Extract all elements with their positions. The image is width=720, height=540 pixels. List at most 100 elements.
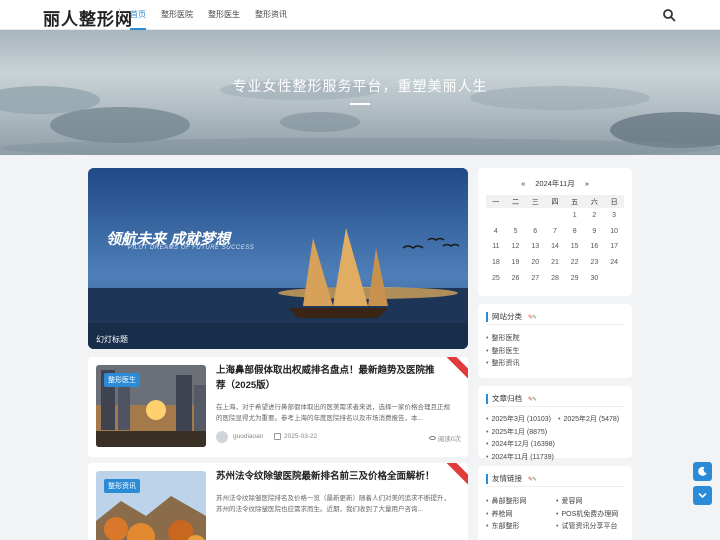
calendar-day: 30 <box>590 274 599 282</box>
calendar-week: 18 19 20 21 22 23 24 <box>486 255 624 271</box>
post-excerpt: 在上海，对于希望进行鼻部假体取出的医美需求者来说，选择一家价格合理且正规的医院显… <box>216 404 450 422</box>
post-title[interactable]: 上海鼻部假体取出权威排名盘点！最新趋势及医院推荐（2025版） <box>216 363 441 393</box>
scroll-down-button[interactable] <box>693 486 712 505</box>
calendar-day: 15 <box>570 243 579 251</box>
ribbon-mark <box>444 463 468 486</box>
friend-link[interactable]: 养枪网 <box>486 509 556 522</box>
category-link[interactable]: 整形资讯 <box>486 358 519 371</box>
calendar-day: 9 <box>592 227 597 235</box>
archive-list: 2025年3月 (10103) 2025年2月 (5478) 2025年1月 (… <box>486 414 628 464</box>
calendar-day: 3 <box>612 212 617 220</box>
calendar-day: 2 <box>592 212 597 220</box>
friend-link[interactable]: 试管资讯分享平台 <box>556 521 626 534</box>
weekday: 二 <box>505 195 526 208</box>
pencil-icon: ✎✎ <box>528 397 537 403</box>
hot-ribbon <box>444 357 468 381</box>
friend-link[interactable]: 东部整形 <box>486 521 556 534</box>
calendar-day: 10 <box>610 227 618 235</box>
calendar-day: 17 <box>610 243 618 251</box>
hero-divider <box>350 103 370 105</box>
weekday: 五 <box>564 195 585 208</box>
slide-image-sailing-ship <box>88 168 468 349</box>
calendar-day: 20 <box>531 259 540 267</box>
calendar-week: 4 5 6 7 8 9 10 <box>486 224 624 240</box>
logo-divider <box>119 8 120 22</box>
calendar-day <box>506 208 526 224</box>
widget-title-text: 文章归档 <box>492 394 522 403</box>
author-avatar[interactable] <box>216 431 228 443</box>
pencil-icon: ✎✎ <box>528 315 537 321</box>
calendar-day: 22 <box>570 259 579 267</box>
calendar-day: 11 <box>492 243 500 251</box>
calendar-day <box>604 270 624 286</box>
archive-widget: 文章归档 ✎✎ 2025年3月 (10103) 2025年2月 (5478) 20… <box>478 386 632 461</box>
post-category-badge[interactable]: 整形医生 <box>104 373 140 387</box>
friend-links-list: 鼻部整形网 爱容网 养枪网 POS机免费办理网 东部整形 试管资讯分享平台 <box>486 496 628 534</box>
calendar-day: 25 <box>491 274 500 282</box>
calendar-week: 25 26 27 28 29 30 <box>486 270 624 286</box>
archive-link[interactable]: 2025年3月 (10103) <box>486 414 551 427</box>
category-link[interactable]: 整形医生 <box>486 346 519 359</box>
post-date: 2025-03-22 <box>284 433 318 440</box>
archive-link[interactable]: 2025年2月 (5478) <box>558 414 619 427</box>
post-card[interactable]: 整形医生 上海鼻部假体取出权威排名盘点！最新趋势及医院推荐（2025版） 在上海… <box>88 357 468 457</box>
dark-mode-button[interactable] <box>693 462 712 481</box>
nav-hospitals[interactable]: 整形医院 <box>161 0 193 30</box>
calendar-widget: «2024年11月» 一 二 三 四 五 六 日 123 4 5 6 7 8 9 10 11… <box>478 168 632 296</box>
category-list: 整形医院 整形医生 整形资讯 <box>486 333 519 371</box>
weekday: 日 <box>604 195 624 208</box>
slide-tagline: PILOT DREAMS OF FUTURE SUCCESS <box>128 245 255 251</box>
widget-title-text: 友情链接 <box>492 474 522 483</box>
post-card[interactable]: 整形资讯 苏州法令纹除皱医院最新排名前三及价格全面解析！ 苏州法令纹除皱医院排名… <box>88 463 468 540</box>
nav-news[interactable]: 整形资讯 <box>255 0 287 30</box>
post-thumbnail[interactable]: 整形资讯 <box>96 471 206 540</box>
calendar-day: 14 <box>551 243 559 251</box>
hot-ribbon <box>444 463 468 487</box>
widget-title-text: 网站分类 <box>492 312 522 321</box>
post-title[interactable]: 苏州法令纹除皱医院最新排名前三及价格全面解析！ <box>216 469 441 484</box>
calendar-day: 29 <box>570 274 579 282</box>
category-link[interactable]: 整形医院 <box>486 333 519 346</box>
widget-title: 网站分类 ✎✎ <box>486 311 624 325</box>
search-button[interactable] <box>662 8 676 22</box>
ribbon-mark <box>444 357 468 380</box>
friend-link[interactable]: POS机免费办理网 <box>556 509 626 522</box>
calendar-header: « 2024年11月 » <box>478 178 632 189</box>
weekday: 六 <box>584 195 605 208</box>
post-meta: guodiaoan 2025-03-22 阅读0次 <box>216 431 461 443</box>
calendar-next-button[interactable]: » <box>585 179 589 188</box>
archive-link[interactable]: 2024年11月 (11739) <box>486 452 553 465</box>
calendar-week: 11 12 13 14 15 16 17 <box>486 239 624 255</box>
friend-link[interactable]: 鼻部整形网 <box>486 496 556 509</box>
calendar-day: 5 <box>513 227 518 235</box>
calendar-prev-button[interactable]: « <box>521 179 525 188</box>
widget-title: 友情链接 ✎✎ <box>486 473 624 487</box>
nav-doctors[interactable]: 整形医生 <box>208 0 240 30</box>
archive-link[interactable]: 2025年1月 (8875) <box>486 427 547 440</box>
post-category-badge[interactable]: 整形资讯 <box>104 479 140 493</box>
archive-link[interactable]: 2024年12月 (16398) <box>486 439 554 452</box>
weekday: 三 <box>525 195 546 208</box>
calendar-day: 7 <box>553 227 557 235</box>
calendar-day: 13 <box>531 243 540 251</box>
calendar-day: 8 <box>572 227 577 235</box>
calendar-day <box>525 208 545 224</box>
calendar-day: 21 <box>551 259 559 267</box>
categories-widget: 网站分类 ✎✎ 整形医院 整形医生 整形资讯 <box>478 304 632 378</box>
nav-home[interactable]: 首页 <box>130 0 146 30</box>
weekday: 一 <box>486 195 506 208</box>
friend-link[interactable]: 爱容网 <box>556 496 626 509</box>
post-views-label: 阅读0次 <box>437 436 461 443</box>
slide-caption[interactable]: 幻灯标题 <box>96 334 128 345</box>
friend-links-widget: 友情链接 ✎✎ 鼻部整形网 爱容网 养枪网 POS机免费办理网 东部整形 试管资讯… <box>478 466 632 540</box>
site-header: 丽人整形网 首页 整形医院 整形医生 整形资讯 <box>0 0 720 30</box>
post-thumbnail[interactable]: 整形医生 <box>96 365 206 447</box>
calendar-day: 24 <box>610 259 618 267</box>
post-author[interactable]: guodiaoan <box>233 433 263 440</box>
widget-title: 文章归档 ✎✎ <box>486 393 624 407</box>
calendar-table: 一 二 三 四 五 六 日 123 4 5 6 7 8 9 10 11 12 13 14 15 16 1… <box>486 195 624 286</box>
hero-title: 专业女性整形服务平台，重塑美丽人生 <box>232 78 488 94</box>
featured-slider[interactable]: 领航未来 成就梦想 PILOT DREAMS OF FUTURE SUCCESS… <box>88 168 468 349</box>
calendar-day: 26 <box>511 274 520 282</box>
calendar-day <box>486 208 506 224</box>
